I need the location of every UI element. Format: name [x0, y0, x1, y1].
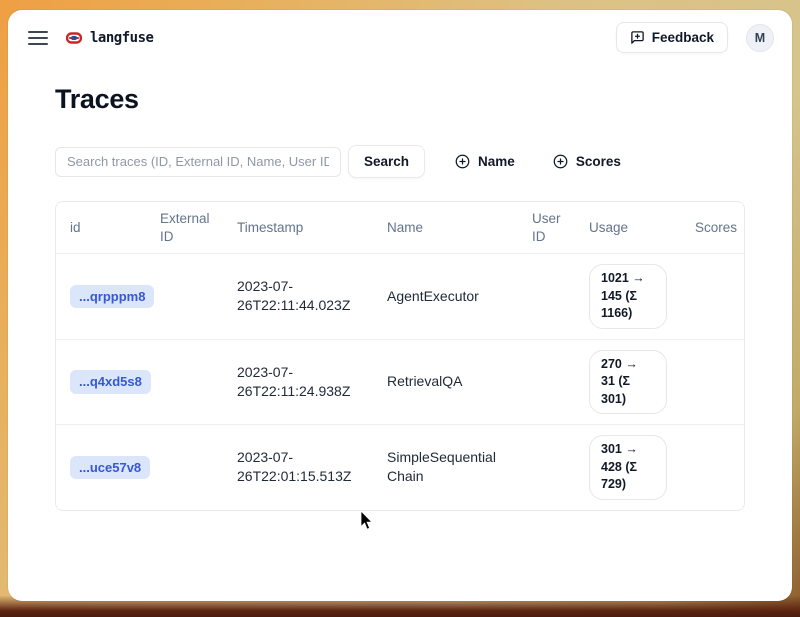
langfuse-logo-icon	[66, 30, 82, 46]
toolbar: Search Name	[55, 145, 745, 178]
usage-badge: 1021 → 145 (Σ 1166)	[589, 264, 667, 329]
external-id-cell	[146, 340, 223, 425]
feedback-button[interactable]: Feedback	[616, 22, 728, 53]
name-cell: SimpleSequentialChain	[373, 425, 518, 510]
scores-cell	[681, 425, 745, 510]
column-header-name: Name	[373, 202, 518, 253]
trace-id-link[interactable]: ...uce57v8	[70, 456, 150, 480]
top-bar: langfuse Feedback M	[8, 10, 792, 62]
table-row[interactable]: ...qrpppm8 2023-07-26T22:11:44.023Z Agen…	[56, 253, 744, 339]
avatar[interactable]: M	[746, 24, 774, 52]
filter-name-button[interactable]: Name	[447, 148, 523, 175]
column-header-external-id: External ID	[146, 202, 223, 253]
usage-badge: 301 → 428 (Σ 729)	[589, 435, 667, 500]
column-header-user-id: User ID	[518, 202, 575, 253]
filter-scores-button[interactable]: Scores	[545, 148, 629, 175]
column-header-id: id	[56, 202, 146, 253]
plus-circle-icon	[553, 154, 568, 169]
scores-cell	[681, 254, 745, 339]
top-bar-left: langfuse	[28, 30, 153, 46]
search-input[interactable]	[55, 147, 341, 177]
trace-id-link[interactable]: ...q4xd5s8	[70, 370, 151, 394]
brand-name: langfuse	[90, 30, 153, 46]
main-content: Traces Search Name	[8, 84, 792, 511]
table-row[interactable]: ...uce57v8 2023-07-26T22:01:15.513Z Simp…	[56, 424, 744, 510]
timestamp-cell: 2023-07-26T22:01:15.513Z	[223, 425, 373, 510]
external-id-cell	[146, 254, 223, 339]
user-id-cell	[518, 254, 575, 339]
timestamp-cell: 2023-07-26T22:11:44.023Z	[223, 254, 373, 339]
plus-circle-icon	[455, 154, 470, 169]
brand[interactable]: langfuse	[66, 30, 153, 46]
column-header-timestamp: Timestamp	[223, 202, 373, 253]
name-cell: RetrievalQA	[373, 340, 518, 425]
filter-name-label: Name	[478, 154, 515, 169]
table-body: ...qrpppm8 2023-07-26T22:11:44.023Z Agen…	[56, 253, 744, 510]
external-id-cell	[146, 425, 223, 510]
table-header: id External ID Timestamp Name User ID Us…	[56, 202, 744, 253]
top-bar-right: Feedback M	[616, 22, 774, 53]
traces-table: id External ID Timestamp Name User ID Us…	[55, 201, 745, 511]
page-title: Traces	[55, 84, 745, 115]
hamburger-menu-icon[interactable]	[28, 31, 48, 45]
column-header-scores: Scores	[681, 202, 745, 253]
user-id-cell	[518, 425, 575, 510]
app-window: langfuse Feedback M Traces	[8, 10, 792, 601]
avatar-initial: M	[755, 31, 765, 45]
filter-scores-label: Scores	[576, 154, 621, 169]
search-button[interactable]: Search	[348, 145, 425, 178]
scores-cell	[681, 340, 745, 425]
feedback-icon	[630, 30, 645, 45]
column-header-usage: Usage	[575, 202, 681, 253]
timestamp-cell: 2023-07-26T22:11:24.938Z	[223, 340, 373, 425]
user-id-cell	[518, 340, 575, 425]
trace-id-link[interactable]: ...qrpppm8	[70, 285, 154, 309]
feedback-label: Feedback	[652, 30, 714, 45]
table-row[interactable]: ...q4xd5s8 2023-07-26T22:11:24.938Z Retr…	[56, 339, 744, 425]
usage-badge: 270 → 31 (Σ 301)	[589, 350, 667, 415]
name-cell: AgentExecutor	[373, 254, 518, 339]
